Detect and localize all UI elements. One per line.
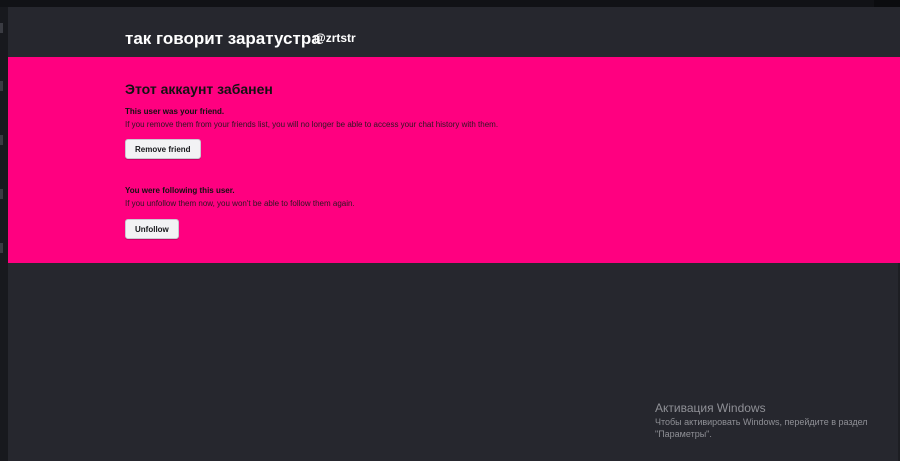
top-bar: [0, 0, 900, 7]
sidebar-marker: [0, 23, 3, 33]
unfollow-button[interactable]: Unfollow: [125, 219, 179, 239]
banned-title: Этот аккаунт забанен: [125, 81, 273, 97]
profile-username: @zrtstr: [314, 31, 356, 45]
app-window: так говорит заратустра @zrtstr Этот акка…: [0, 0, 900, 461]
remove-friend-button[interactable]: Remove friend: [125, 139, 201, 159]
sidebar-marker: [0, 135, 3, 145]
watermark-title: Активация Windows: [655, 401, 766, 415]
watermark-line-1: Чтобы активировать Windows, перейдите в …: [655, 417, 868, 427]
banned-account-panel: Этот аккаунт забанен This user was your …: [8, 57, 900, 263]
sidebar-marker: [0, 189, 3, 199]
watermark-line-2: "Параметры".: [655, 429, 712, 439]
profile-display-name: так говорит заратустра: [125, 29, 321, 48]
profile-header: так говорит заратустра @zrtstr: [8, 7, 900, 57]
follow-section-title: You were following this user.: [125, 186, 235, 195]
left-sidebar-strip: [0, 7, 8, 461]
friend-section-title: This user was your friend.: [125, 107, 225, 116]
sidebar-marker: [0, 81, 3, 91]
follow-section-description: If you unfollow them now, you won't be a…: [125, 199, 355, 208]
friend-section-description: If you remove them from your friends lis…: [125, 120, 499, 129]
windows-activation-watermark: Активация Windows Чтобы активировать Win…: [655, 401, 868, 440]
sidebar-marker: [0, 243, 3, 253]
